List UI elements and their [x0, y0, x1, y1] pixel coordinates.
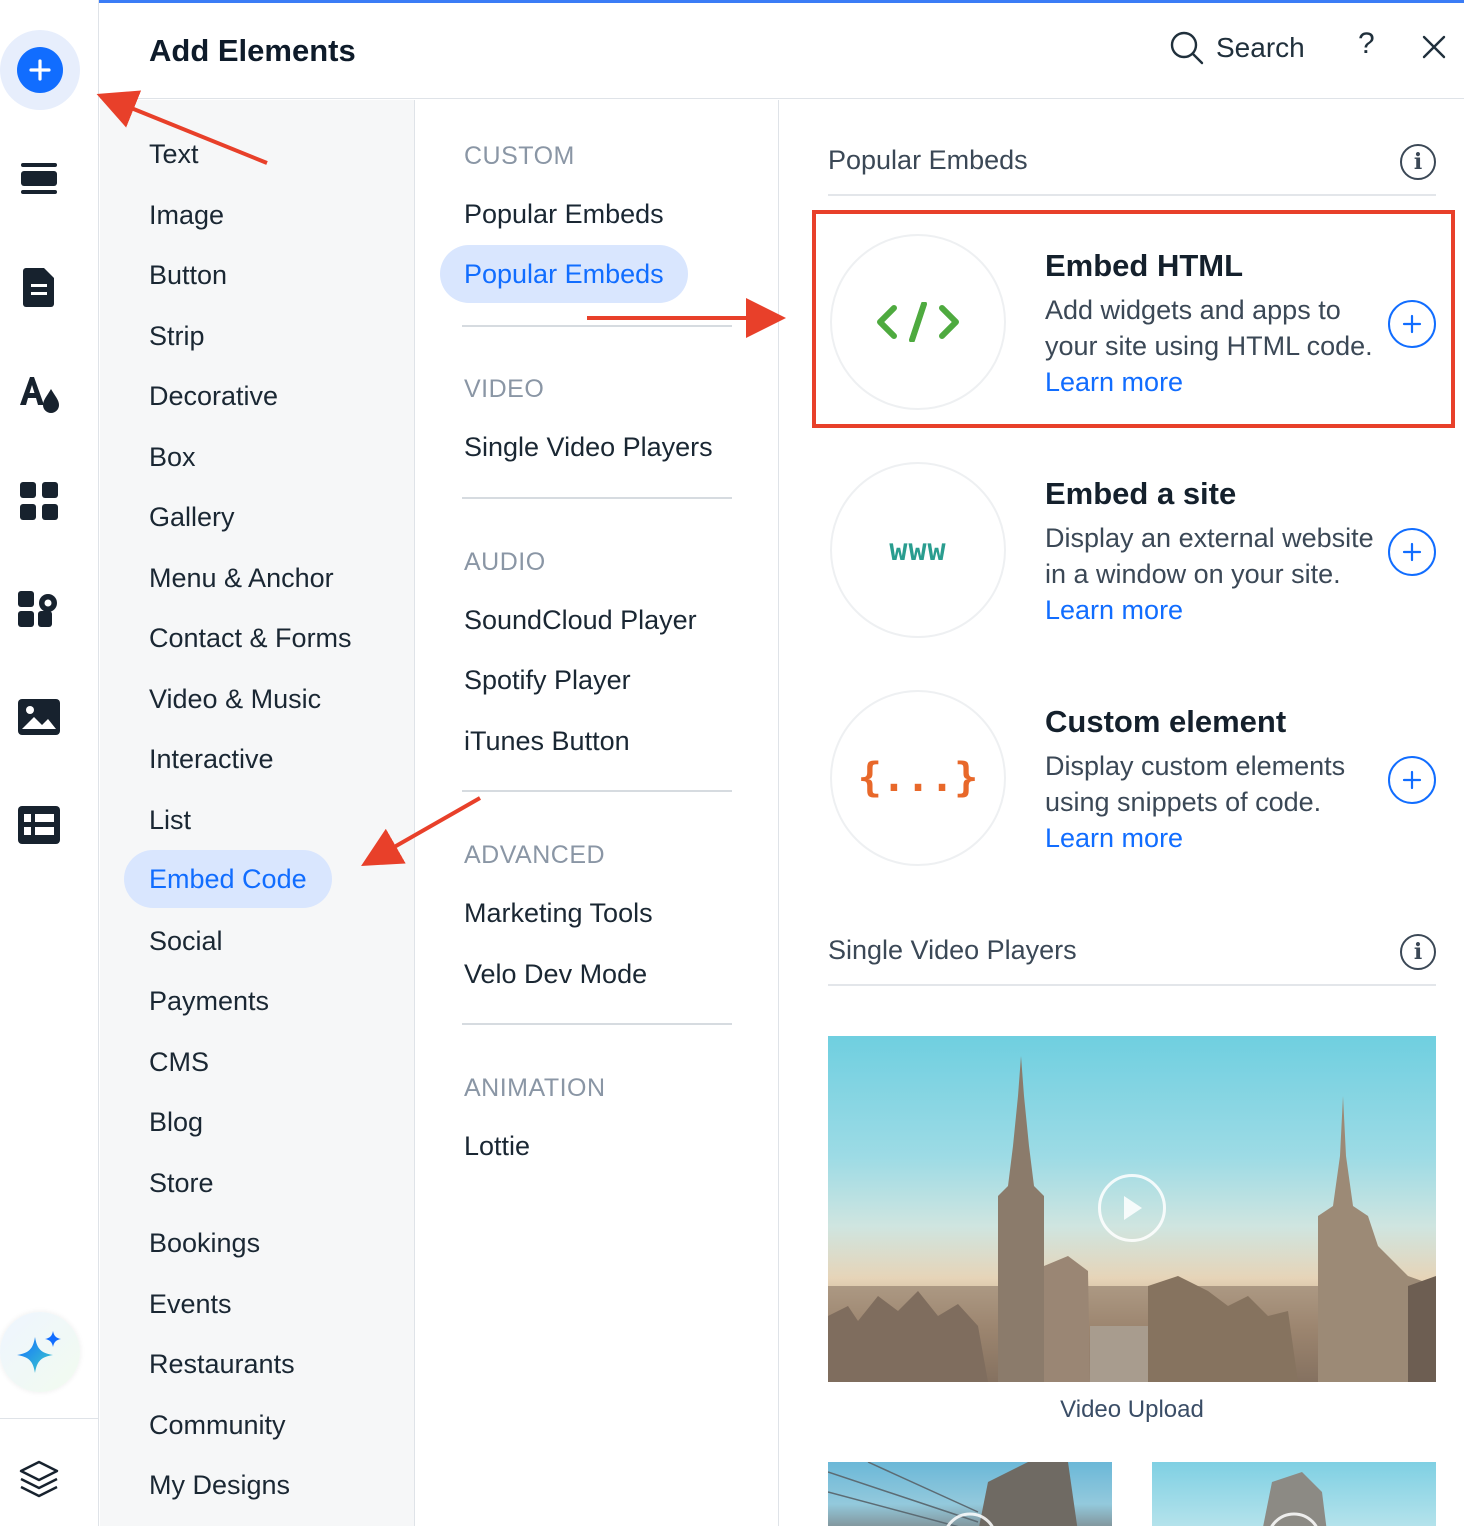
- category-box[interactable]: Box: [149, 437, 196, 477]
- subsection-spotify-player[interactable]: Spotify Player: [464, 665, 631, 696]
- subsection-itunes-button[interactable]: iTunes Button: [464, 726, 630, 757]
- category-list: Text Image Button Strip Decorative Box G…: [100, 100, 415, 1526]
- left-rail: [0, 0, 99, 1526]
- single-video-players-heading: Single Video Players: [828, 935, 1077, 965]
- close-button[interactable]: [1420, 33, 1448, 66]
- category-contact-forms[interactable]: Contact & Forms: [149, 618, 352, 658]
- curly-braces-icon: {...}: [830, 690, 1006, 866]
- subsection-lottie[interactable]: Lottie: [464, 1131, 530, 1162]
- category-my-designs[interactable]: My Designs: [149, 1465, 290, 1505]
- popular-embeds-heading: Popular Embeds: [828, 145, 1028, 175]
- category-strip[interactable]: Strip: [149, 316, 205, 356]
- close-icon: [1422, 35, 1446, 59]
- single-video-players-header: Single Video Players i: [828, 890, 1436, 986]
- panel-title: Add Elements: [149, 33, 356, 68]
- category-interactive[interactable]: Interactive: [149, 739, 274, 779]
- category-text[interactable]: Text: [149, 134, 199, 174]
- business-tools-icon[interactable]: [0, 570, 78, 648]
- category-embed-code[interactable]: Embed Code: [124, 850, 332, 908]
- section-label-video: VIDEO: [464, 375, 545, 403]
- category-community[interactable]: Community: [149, 1405, 286, 1445]
- category-blog[interactable]: Blog: [149, 1102, 203, 1142]
- sections-icon[interactable]: [0, 140, 78, 218]
- embed-site-card[interactable]: www Embed a site Display an external web…: [830, 462, 1440, 642]
- plus-icon: [1402, 542, 1422, 562]
- video-upload-thumbnail[interactable]: [828, 1036, 1436, 1382]
- card-title: Embed a site: [1045, 476, 1237, 511]
- category-decorative[interactable]: Decorative: [149, 376, 278, 416]
- building-image: [1263, 1472, 1327, 1526]
- subsection-popular-embeds[interactable]: Popular Embeds: [464, 199, 664, 230]
- category-bookings[interactable]: Bookings: [149, 1223, 260, 1263]
- video-upload-caption: Video Upload: [1060, 1396, 1204, 1423]
- category-menu-anchor[interactable]: Menu & Anchor: [149, 558, 334, 598]
- category-store[interactable]: Store: [149, 1163, 214, 1203]
- category-social[interactable]: Social: [149, 921, 223, 961]
- annotation-highlight-box: [812, 210, 1455, 428]
- help-button[interactable]: ?: [1358, 27, 1375, 61]
- layers-icon[interactable]: [0, 1440, 78, 1518]
- section-divider: [462, 325, 732, 327]
- plus-icon: [1402, 770, 1422, 790]
- category-payments[interactable]: Payments: [149, 981, 269, 1021]
- category-image[interactable]: Image: [149, 195, 224, 235]
- category-gallery[interactable]: Gallery: [149, 497, 235, 537]
- search-button[interactable]: Search: [1170, 31, 1305, 65]
- section-label-custom: CUSTOM: [464, 142, 575, 170]
- card-description: Display custom elements using snippets o…: [1045, 751, 1346, 853]
- learn-more-link[interactable]: Learn more: [1045, 595, 1183, 625]
- category-video-music[interactable]: Video & Music: [149, 679, 321, 719]
- category-list[interactable]: List: [149, 800, 191, 840]
- apps-icon[interactable]: [0, 462, 78, 540]
- subsection-single-video-players[interactable]: Single Video Players: [464, 432, 713, 463]
- bridge-image: [828, 1462, 1078, 1526]
- add-embed-site-button[interactable]: [1388, 528, 1436, 576]
- search-label: Search: [1216, 32, 1305, 63]
- video-thumbnail-3[interactable]: [1152, 1462, 1436, 1526]
- www-icon: www: [830, 462, 1006, 638]
- play-icon[interactable]: [1098, 1174, 1166, 1242]
- section-label-advanced: ADVANCED: [464, 841, 606, 869]
- card-title: Custom element: [1045, 704, 1287, 739]
- ai-assistant-button[interactable]: [0, 1312, 80, 1392]
- subsection-popular-embeds-active[interactable]: Popular Embeds: [440, 245, 688, 303]
- category-events[interactable]: Events: [149, 1284, 232, 1324]
- search-icon: [1170, 31, 1204, 65]
- learn-more-link[interactable]: Learn more: [1045, 823, 1183, 853]
- rail-divider: [0, 1418, 99, 1419]
- panel-header: Add Elements Search ?: [100, 3, 1464, 99]
- section-label-animation: ANIMATION: [464, 1074, 606, 1102]
- subsection-velo-dev-mode[interactable]: Velo Dev Mode: [464, 959, 647, 990]
- plus-icon: [17, 47, 63, 93]
- subsection-marketing-tools[interactable]: Marketing Tools: [464, 898, 653, 929]
- add-elements-button[interactable]: [0, 30, 80, 110]
- category-cms[interactable]: CMS: [149, 1042, 209, 1082]
- info-icon[interactable]: i: [1400, 934, 1436, 970]
- popular-embeds-header: Popular Embeds i: [828, 100, 1436, 196]
- pages-icon[interactable]: [0, 248, 78, 326]
- subsection-list: CUSTOM Popular Embeds Popular Embeds VID…: [416, 100, 779, 1526]
- subsection-soundcloud-player[interactable]: SoundCloud Player: [464, 605, 697, 636]
- video-thumbnail-2[interactable]: [828, 1462, 1112, 1526]
- category-button[interactable]: Button: [149, 255, 227, 295]
- card-description: Display an external website in a window …: [1045, 523, 1374, 625]
- custom-element-card[interactable]: {...} Custom element Display custom elem…: [830, 690, 1440, 870]
- theme-icon[interactable]: [0, 354, 78, 432]
- section-label-audio: AUDIO: [464, 548, 546, 576]
- section-divider: [462, 497, 732, 499]
- section-divider: [462, 1023, 732, 1025]
- cms-table-icon[interactable]: [0, 786, 78, 864]
- section-divider: [462, 790, 732, 792]
- info-icon[interactable]: i: [1400, 144, 1436, 180]
- media-icon[interactable]: [0, 678, 78, 756]
- category-restaurants[interactable]: Restaurants: [149, 1344, 295, 1384]
- add-custom-element-button[interactable]: [1388, 756, 1436, 804]
